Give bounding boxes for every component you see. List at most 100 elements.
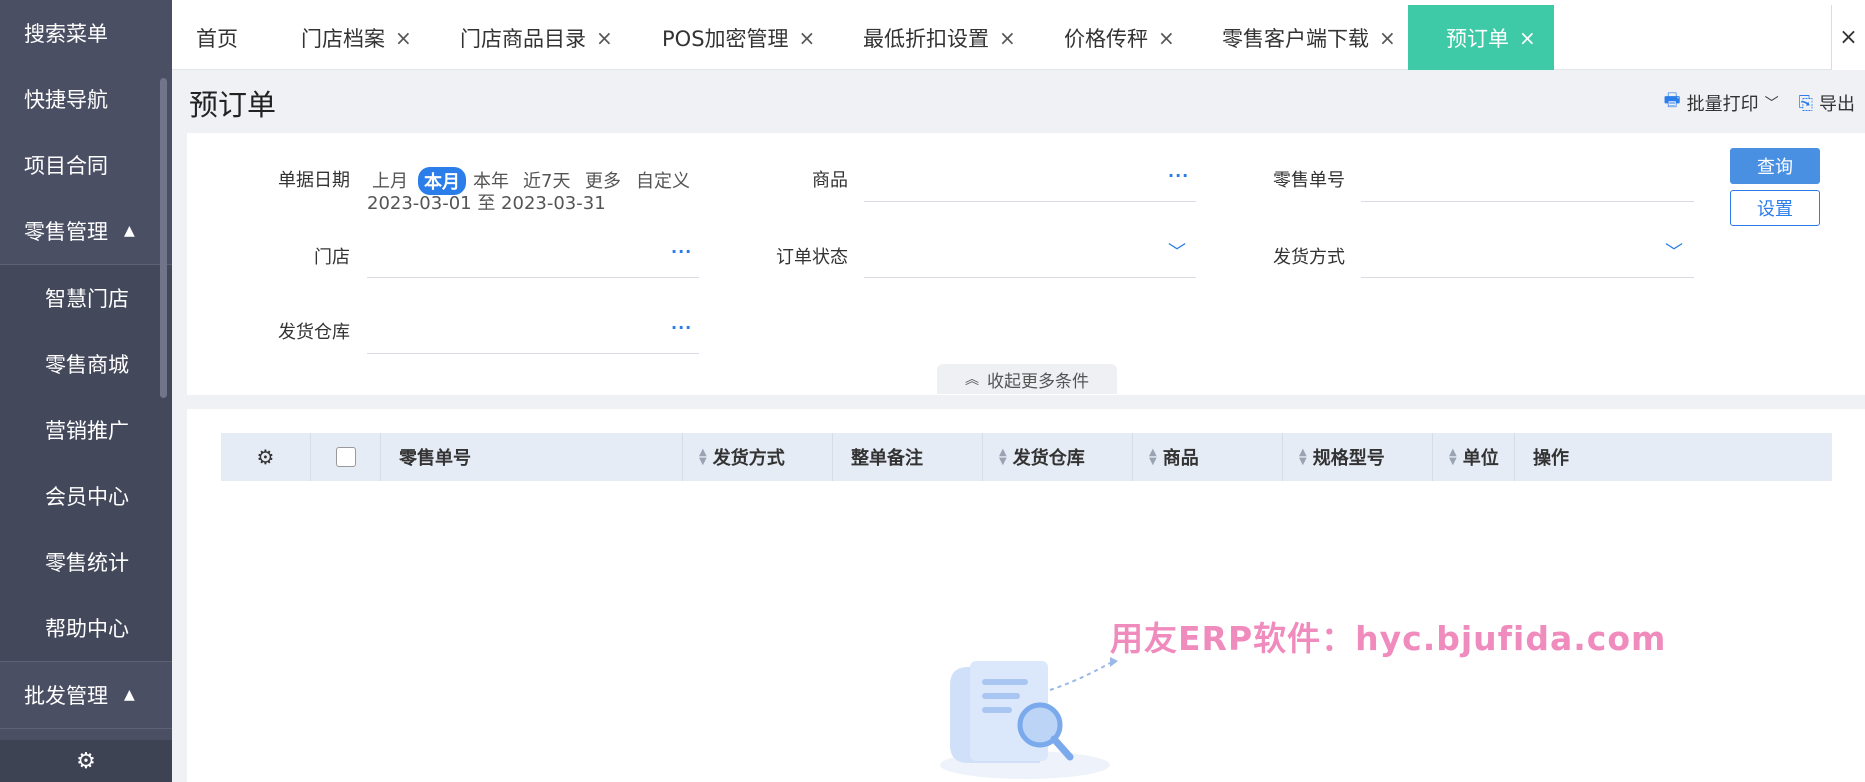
column-spec[interactable]: ▲ ▼ 规格型号 bbox=[1283, 433, 1433, 481]
sidebar-item-label: 营销推广 bbox=[45, 419, 129, 443]
column-unit[interactable]: ▲ ▼ 单位 bbox=[1433, 433, 1515, 481]
table-header: ⚙ 零售单号 ▲ ▼ 发货方式 整单备注 ▲ ▼ 发货仓库 ▲ ▼ 商品 ▲ ▼ 规格型号 ▲ ▼… bbox=[221, 433, 1832, 481]
select-all[interactable] bbox=[311, 433, 381, 481]
query-button[interactable]: 查询 bbox=[1730, 148, 1820, 184]
sidebar-item-label: 帮助中心 bbox=[45, 617, 129, 641]
tab-retail-client-download[interactable]: 零售客户端下载 × bbox=[1222, 5, 1396, 70]
column-settings[interactable]: ⚙ bbox=[221, 433, 311, 481]
store-label: 门店 bbox=[314, 247, 350, 268]
chevron-down-icon[interactable]: ﹀ bbox=[1665, 238, 1683, 264]
chevron-down-icon[interactable]: ﹀ bbox=[1168, 238, 1186, 264]
sidebar-item-quick-nav[interactable]: 快捷导航 bbox=[0, 66, 172, 132]
tab-price-scale[interactable]: 价格传秤 × bbox=[1064, 5, 1175, 70]
shipping-label: 发货方式 bbox=[1273, 247, 1345, 268]
column-label: 商品 bbox=[1162, 448, 1199, 469]
sidebar-item-retail-management[interactable]: 零售管理 ▲ bbox=[0, 198, 172, 264]
column-actions: 操作 bbox=[1515, 433, 1832, 481]
sidebar-scrollbar[interactable] bbox=[160, 78, 167, 398]
product-label: 商品 bbox=[812, 170, 848, 191]
settings-button[interactable]: 设置 bbox=[1730, 190, 1820, 226]
tab-home[interactable]: 首页 bbox=[196, 5, 238, 70]
more-dots-icon[interactable]: ··· bbox=[671, 318, 692, 337]
sidebar-item-member-center[interactable]: 会员中心 bbox=[0, 463, 172, 529]
export-icon: ⎘ bbox=[1798, 92, 1813, 114]
tab-pos-encryption[interactable]: POS加密管理 × bbox=[662, 5, 815, 70]
more-dots-icon[interactable]: ··· bbox=[671, 242, 692, 261]
column-remarks[interactable]: 整单备注 bbox=[833, 433, 983, 481]
close-icon[interactable]: × bbox=[1379, 26, 1396, 50]
sidebar-item-help-center[interactable]: 帮助中心 bbox=[0, 595, 172, 661]
sidebar-item-search-menu[interactable]: 搜索菜单 bbox=[0, 0, 172, 66]
close-icon[interactable]: × bbox=[596, 26, 613, 50]
column-label: 发货仓库 bbox=[1012, 448, 1085, 469]
tab-preorder[interactable]: 预订单 × bbox=[1408, 5, 1554, 70]
close-icon[interactable]: × bbox=[999, 26, 1016, 50]
shipping-select[interactable] bbox=[1361, 277, 1694, 278]
gear-icon[interactable]: ⚙ bbox=[257, 445, 275, 469]
tab-store-product-catalog[interactable]: 门店商品目录 × bbox=[460, 5, 613, 70]
sidebar-item-smart-store[interactable]: 智慧门店 bbox=[0, 265, 172, 331]
sidebar-item-label: 零售管理 bbox=[24, 220, 108, 244]
select-all-checkbox[interactable] bbox=[335, 447, 356, 467]
column-label: 发货方式 bbox=[712, 448, 785, 469]
close-icon[interactable]: × bbox=[799, 26, 816, 50]
product-input[interactable] bbox=[864, 201, 1196, 202]
column-label: 零售单号 bbox=[399, 448, 471, 469]
chevron-down-icon: ﹀ bbox=[1764, 96, 1779, 112]
sort-icon[interactable]: ▲ ▼ bbox=[1149, 448, 1157, 467]
tab-bar: 首页 门店档案 × 门店商品目录 × POS加密管理 × 最低折扣设置 × 价格传秤 × … bbox=[172, 0, 1865, 70]
sort-icon[interactable]: ▲ ▼ bbox=[1449, 448, 1457, 467]
sidebar-item-marketing[interactable]: 营销推广 bbox=[0, 397, 172, 463]
sidebar-item-retail-mall[interactable]: 零售商城 bbox=[0, 331, 172, 397]
collapse-conditions-button[interactable]: ︽ 收起更多条件 bbox=[937, 364, 1117, 394]
sidebar-item-label: 零售统计 bbox=[45, 551, 129, 575]
printer-icon: 🖶 bbox=[1663, 90, 1681, 111]
sidebar-item-retail-stats[interactable]: 零售统计 bbox=[0, 529, 172, 595]
chevron-up-double-icon: ︽ bbox=[965, 372, 979, 388]
column-label: 规格型号 bbox=[1312, 448, 1385, 469]
export-button[interactable]: ⎘ 导出 bbox=[1799, 90, 1855, 116]
sort-icon[interactable]: ▲ ▼ bbox=[699, 448, 707, 467]
sort-icon[interactable]: ▲ ▼ bbox=[1299, 448, 1307, 467]
close-icon[interactable]: × bbox=[1519, 26, 1536, 50]
header-actions: 🖶 批量打印 ﹀ ⎘ 导出 bbox=[1664, 88, 1855, 118]
sort-icon[interactable]: ▲ ▼ bbox=[999, 448, 1007, 467]
order-status-select[interactable] bbox=[864, 277, 1196, 278]
export-label: 导出 bbox=[1819, 94, 1855, 115]
tab-label: 零售客户端下载 bbox=[1222, 26, 1369, 51]
batch-print-button[interactable]: 🖶 批量打印 ﹀ bbox=[1664, 88, 1779, 118]
column-retail-no[interactable]: 零售单号 bbox=[381, 433, 683, 481]
tab-label: 首页 bbox=[196, 26, 238, 51]
batch-print-label: 批量打印 bbox=[1686, 94, 1759, 115]
more-dots-icon[interactable]: ··· bbox=[1168, 166, 1189, 185]
sidebar-item-wholesale-management[interactable]: 批发管理 ▲ bbox=[0, 662, 172, 728]
date-label: 单据日期 bbox=[278, 170, 350, 191]
tab-label: POS加密管理 bbox=[662, 26, 789, 51]
warehouse-input[interactable] bbox=[367, 353, 699, 354]
tab-label: 价格传秤 bbox=[1064, 26, 1148, 51]
date-range-value: 2023-03-01 至 2023-03-31 bbox=[367, 193, 606, 214]
watermark: 用友ERP软件：hyc.bjufida.com bbox=[1110, 619, 1667, 658]
empty-state-illustration bbox=[940, 657, 1118, 779]
column-shipping[interactable]: ▲ ▼ 发货方式 bbox=[683, 433, 833, 481]
tab-store-archive[interactable]: 门店档案 × bbox=[301, 5, 412, 70]
sidebar: 搜索菜单 快捷导航 项目合同 零售管理 ▲ 智慧门店 零售商城 营销推广 会员中心… bbox=[0, 0, 172, 782]
retail-no-input[interactable] bbox=[1361, 201, 1694, 202]
tab-min-discount[interactable]: 最低折扣设置 × bbox=[863, 5, 1016, 70]
close-all-tabs-button[interactable]: × bbox=[1831, 5, 1865, 70]
column-warehouse[interactable]: ▲ ▼ 发货仓库 bbox=[983, 433, 1133, 481]
column-product[interactable]: ▲ ▼ 商品 bbox=[1133, 433, 1283, 481]
tab-label: 门店档案 bbox=[301, 26, 385, 51]
sidebar-item-project-contract[interactable]: 项目合同 bbox=[0, 132, 172, 198]
store-input[interactable] bbox=[367, 277, 699, 278]
tab-label: 门店商品目录 bbox=[460, 26, 586, 51]
close-icon[interactable]: × bbox=[395, 26, 412, 50]
caret-up-icon: ▲ bbox=[124, 687, 135, 703]
close-icon[interactable]: × bbox=[1158, 26, 1175, 50]
tab-label: 最低折扣设置 bbox=[863, 26, 989, 51]
sidebar-item-label: 快捷导航 bbox=[24, 88, 108, 112]
caret-up-icon: ▲ bbox=[124, 223, 135, 239]
gear-icon[interactable]: ⚙ bbox=[0, 740, 172, 782]
tab-label: 预订单 bbox=[1446, 26, 1509, 51]
date-option-custom[interactable]: 自定义 bbox=[636, 167, 690, 193]
